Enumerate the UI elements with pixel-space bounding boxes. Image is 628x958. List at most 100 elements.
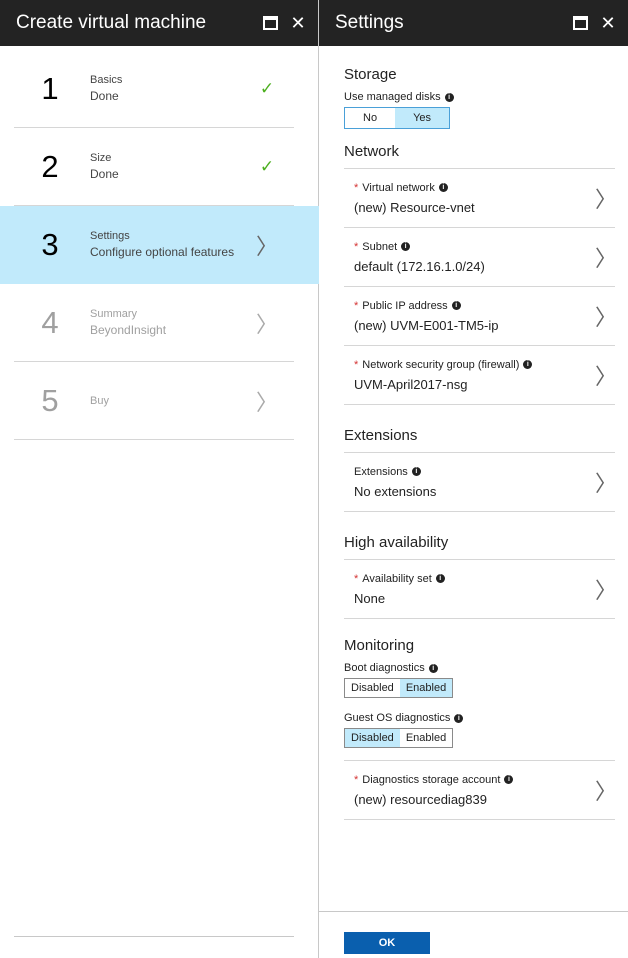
step-title: Basics <box>90 74 123 86</box>
step-number: 5 <box>41 382 59 418</box>
info-icon[interactable]: i <box>451 301 461 310</box>
step-status: Done <box>90 167 119 181</box>
field-label: Availability set <box>362 572 432 585</box>
managed-disks-yes[interactable]: Yes <box>395 108 450 128</box>
subnet-row[interactable]: * Subnet i default (172.16.1.0/24) 〉 <box>344 228 617 287</box>
info-icon[interactable]: i <box>401 242 411 251</box>
close-icon[interactable]: ✕ <box>600 14 616 32</box>
field-value: UVM-April2017-nsg <box>354 376 468 392</box>
divider <box>14 936 294 937</box>
managed-disks-no[interactable]: No <box>345 108 395 128</box>
info-icon[interactable]: i <box>454 713 464 723</box>
info-icon[interactable]: i <box>444 92 454 102</box>
field-label: Diagnostics storage account <box>362 773 501 786</box>
field-label: Extensions <box>354 465 408 478</box>
section-extensions: Extensions <box>344 405 615 453</box>
boot-diagnostics-disabled[interactable]: Disabled <box>345 679 400 697</box>
chevron-right-icon: 〉 <box>594 364 617 389</box>
step-size[interactable]: 2 Size Done ✓ <box>14 128 294 206</box>
guest-os-diagnostics-toggle: Disabled Enabled <box>344 728 454 748</box>
required-marker: * <box>354 299 359 312</box>
blade-title: Settings <box>335 12 404 33</box>
settings-footer: OK <box>319 911 628 958</box>
public-ip-row[interactable]: * Public IP address i (new) UVM-E001-TM5-i… <box>344 287 617 346</box>
section-storage: Storage <box>344 66 397 83</box>
guest-os-diagnostics-enabled[interactable]: Enabled <box>400 729 452 747</box>
info-icon[interactable]: i <box>438 183 448 192</box>
create-vm-header: Create virtual machine ✕ <box>0 0 318 46</box>
step-status: Configure optional features <box>90 245 235 259</box>
section-high-availability: High availability <box>344 512 615 560</box>
extensions-row[interactable]: Extensions i No extensions 〉 <box>344 453 617 512</box>
chevron-right-icon: 〉 <box>594 305 617 330</box>
settings-blade: Settings ✕ Storage Use managed disks i No… <box>319 0 628 958</box>
field-label: Subnet <box>362 240 398 253</box>
step-settings[interactable]: 3 Settings Configure optional features 〉 <box>0 206 323 284</box>
chevron-right-icon: 〉 <box>594 187 617 212</box>
field-value: default (172.16.1.0/24) <box>354 258 485 274</box>
step-number: 3 <box>41 226 59 262</box>
maximize-icon[interactable] <box>572 15 588 31</box>
step-number: 2 <box>41 148 59 184</box>
settings-content: Storage Use managed disks i No Yes Networ… <box>319 46 628 912</box>
boot-diagnostics-enabled[interactable]: Enabled <box>399 679 453 697</box>
diagnostics-storage-row[interactable]: * Diagnostics storage account i (new) reso… <box>344 760 617 820</box>
boot-diagnostics-toggle: Disabled Enabled <box>344 678 454 698</box>
step-title: Summary <box>90 308 138 320</box>
maximize-icon[interactable] <box>262 15 278 31</box>
section-monitoring: Monitoring <box>344 637 415 654</box>
step-number: 4 <box>41 304 59 340</box>
step-basics[interactable]: 1 Basics Done ✓ <box>14 50 294 128</box>
info-icon[interactable]: i <box>504 775 514 784</box>
field-label: Virtual network <box>362 181 435 194</box>
info-icon[interactable]: i <box>435 574 445 583</box>
checkmark-icon: ✓ <box>259 156 275 176</box>
availability-set-row[interactable]: * Availability set i None 〉 <box>344 560 617 619</box>
section-network: Network <box>344 129 615 169</box>
settings-header: Settings ✕ <box>319 0 628 46</box>
step-title: Settings <box>90 230 130 242</box>
required-marker: * <box>354 240 359 253</box>
required-marker: * <box>354 773 359 786</box>
chevron-right-icon: 〉 <box>594 246 617 271</box>
chevron-right-icon: 〉 <box>255 311 278 337</box>
step-status: Done <box>90 89 119 103</box>
field-value: (new) Resource-vnet <box>354 199 475 215</box>
checkmark-icon: ✓ <box>259 78 275 98</box>
wizard-steps: 1 Basics Done ✓ 2 Size Done ✓ 3 Settings… <box>0 50 323 440</box>
field-label: Public IP address <box>362 299 448 312</box>
field-value: (new) UVM-E001-TM5-ip <box>354 317 499 333</box>
step-buy[interactable]: 5 Buy 〉 <box>14 362 294 440</box>
chevron-right-icon: 〉 <box>594 578 617 603</box>
field-label: Network security group (firewall) <box>362 358 520 371</box>
field-value: No extensions <box>354 483 437 499</box>
blade-title: Create virtual machine <box>16 12 207 33</box>
ok-button[interactable]: OK <box>344 932 430 954</box>
step-title: Buy <box>90 394 109 407</box>
chevron-right-icon: 〉 <box>255 233 278 259</box>
step-title: Size <box>90 152 112 164</box>
required-marker: * <box>354 358 359 371</box>
step-status: BeyondInsight <box>90 323 167 337</box>
nsg-row[interactable]: * Network security group (firewall) i UVM-… <box>344 346 617 405</box>
info-icon[interactable]: i <box>411 467 421 476</box>
chevron-right-icon: 〉 <box>594 471 617 496</box>
required-marker: * <box>354 181 359 194</box>
info-icon[interactable]: i <box>428 663 438 673</box>
step-summary[interactable]: 4 Summary BeyondInsight 〉 <box>14 284 294 362</box>
create-vm-blade: Create virtual machine ✕ 1 Basics Done ✓… <box>0 0 323 958</box>
info-icon[interactable]: i <box>523 360 533 369</box>
step-number: 1 <box>41 70 59 106</box>
required-marker: * <box>354 572 359 585</box>
boot-diagnostics-label: Boot diagnostics i <box>344 662 615 674</box>
field-value: None <box>354 590 386 606</box>
virtual-network-row[interactable]: * Virtual network i (new) Resource-vnet 〉 <box>344 169 617 228</box>
guest-os-diagnostics-label: Guest OS diagnostics i <box>344 712 615 724</box>
managed-disks-toggle: No Yes <box>344 107 451 129</box>
chevron-right-icon: 〉 <box>594 779 617 804</box>
guest-os-diagnostics-disabled[interactable]: Disabled <box>345 729 400 747</box>
chevron-right-icon: 〉 <box>255 389 278 415</box>
close-icon[interactable]: ✕ <box>290 14 306 32</box>
field-value: (new) resourcediag839 <box>354 791 487 807</box>
managed-disks-label: Use managed disks i <box>344 91 615 103</box>
